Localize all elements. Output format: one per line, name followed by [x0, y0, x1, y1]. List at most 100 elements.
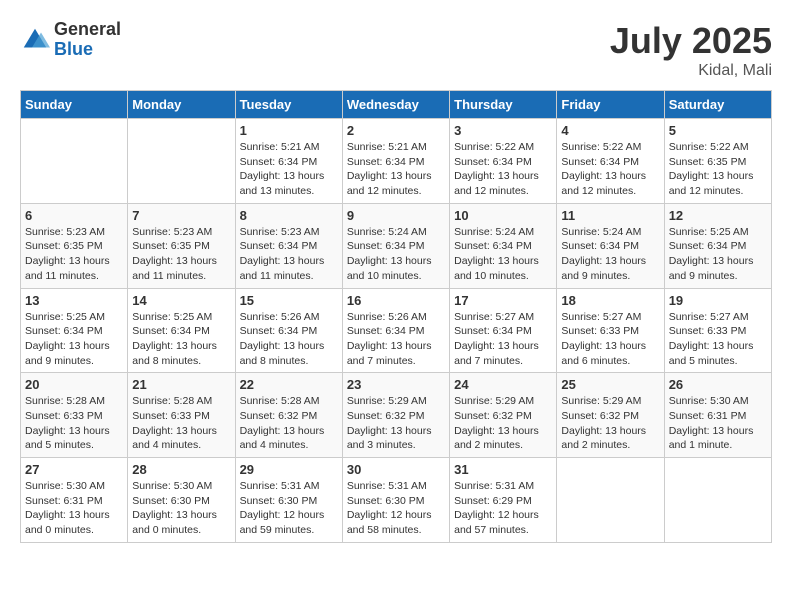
day-number: 29 — [240, 462, 338, 477]
calendar-cell: 4 Sunrise: 5:22 AM Sunset: 6:34 PM Daylig… — [557, 119, 664, 204]
day-number: 17 — [454, 293, 552, 308]
logo-general: General — [54, 20, 121, 40]
day-number: 16 — [347, 293, 445, 308]
calendar-cell: 3 Sunrise: 5:22 AM Sunset: 6:34 PM Daylig… — [450, 119, 557, 204]
calendar-cell: 24 Sunrise: 5:29 AM Sunset: 6:32 PM Dayli… — [450, 373, 557, 458]
day-info: Sunrise: 5:23 AM Sunset: 6:34 PM Dayligh… — [240, 225, 338, 284]
day-number: 13 — [25, 293, 123, 308]
calendar-cell: 10 Sunrise: 5:24 AM Sunset: 6:34 PM Dayli… — [450, 203, 557, 288]
day-info: Sunrise: 5:25 AM Sunset: 6:34 PM Dayligh… — [25, 310, 123, 369]
calendar-cell: 16 Sunrise: 5:26 AM Sunset: 6:34 PM Dayli… — [342, 288, 449, 373]
calendar-cell: 1 Sunrise: 5:21 AM Sunset: 6:34 PM Daylig… — [235, 119, 342, 204]
day-info: Sunrise: 5:28 AM Sunset: 6:33 PM Dayligh… — [25, 394, 123, 453]
day-info: Sunrise: 5:22 AM Sunset: 6:34 PM Dayligh… — [561, 140, 659, 199]
day-number: 20 — [25, 377, 123, 392]
calendar-cell: 26 Sunrise: 5:30 AM Sunset: 6:31 PM Dayli… — [664, 373, 771, 458]
day-info: Sunrise: 5:27 AM Sunset: 6:34 PM Dayligh… — [454, 310, 552, 369]
day-number: 26 — [669, 377, 767, 392]
day-number: 11 — [561, 208, 659, 223]
calendar-cell: 20 Sunrise: 5:28 AM Sunset: 6:33 PM Dayli… — [21, 373, 128, 458]
calendar-cell: 30 Sunrise: 5:31 AM Sunset: 6:30 PM Dayli… — [342, 458, 449, 543]
calendar-cell — [128, 119, 235, 204]
day-info: Sunrise: 5:25 AM Sunset: 6:34 PM Dayligh… — [669, 225, 767, 284]
day-number: 28 — [132, 462, 230, 477]
day-info: Sunrise: 5:27 AM Sunset: 6:33 PM Dayligh… — [561, 310, 659, 369]
day-number: 18 — [561, 293, 659, 308]
day-number: 5 — [669, 123, 767, 138]
day-info: Sunrise: 5:29 AM Sunset: 6:32 PM Dayligh… — [347, 394, 445, 453]
calendar-cell — [557, 458, 664, 543]
calendar-cell: 5 Sunrise: 5:22 AM Sunset: 6:35 PM Daylig… — [664, 119, 771, 204]
day-info: Sunrise: 5:31 AM Sunset: 6:29 PM Dayligh… — [454, 479, 552, 538]
day-header-saturday: Saturday — [664, 91, 771, 119]
day-info: Sunrise: 5:21 AM Sunset: 6:34 PM Dayligh… — [347, 140, 445, 199]
calendar-cell: 15 Sunrise: 5:26 AM Sunset: 6:34 PM Dayli… — [235, 288, 342, 373]
day-number: 4 — [561, 123, 659, 138]
calendar-cell: 17 Sunrise: 5:27 AM Sunset: 6:34 PM Dayli… — [450, 288, 557, 373]
day-info: Sunrise: 5:30 AM Sunset: 6:31 PM Dayligh… — [25, 479, 123, 538]
day-number: 2 — [347, 123, 445, 138]
day-info: Sunrise: 5:26 AM Sunset: 6:34 PM Dayligh… — [347, 310, 445, 369]
calendar-cell: 18 Sunrise: 5:27 AM Sunset: 6:33 PM Dayli… — [557, 288, 664, 373]
day-number: 25 — [561, 377, 659, 392]
day-info: Sunrise: 5:31 AM Sunset: 6:30 PM Dayligh… — [240, 479, 338, 538]
calendar-cell — [21, 119, 128, 204]
calendar-cell: 12Sunrise: 5:25 AM Sunset: 6:34 PM Dayli… — [664, 203, 771, 288]
calendar-cell: 28 Sunrise: 5:30 AM Sunset: 6:30 PM Dayli… — [128, 458, 235, 543]
day-number: 7 — [132, 208, 230, 223]
calendar-table: SundayMondayTuesdayWednesdayThursdayFrid… — [20, 90, 772, 543]
title-area: July 2025 Kidal, Mali — [610, 20, 772, 80]
calendar-cell: 14Sunrise: 5:25 AM Sunset: 6:34 PM Dayli… — [128, 288, 235, 373]
day-info: Sunrise: 5:23 AM Sunset: 6:35 PM Dayligh… — [25, 225, 123, 284]
day-number: 21 — [132, 377, 230, 392]
calendar-cell: 11Sunrise: 5:24 AM Sunset: 6:34 PM Dayli… — [557, 203, 664, 288]
day-info: Sunrise: 5:22 AM Sunset: 6:35 PM Dayligh… — [669, 140, 767, 199]
day-header-sunday: Sunday — [21, 91, 128, 119]
day-info: Sunrise: 5:24 AM Sunset: 6:34 PM Dayligh… — [347, 225, 445, 284]
day-number: 14 — [132, 293, 230, 308]
day-header-thursday: Thursday — [450, 91, 557, 119]
day-number: 8 — [240, 208, 338, 223]
calendar-week-row: 27Sunrise: 5:30 AM Sunset: 6:31 PM Dayli… — [21, 458, 772, 543]
calendar-cell: 9Sunrise: 5:24 AM Sunset: 6:34 PM Daylig… — [342, 203, 449, 288]
logo: General Blue — [20, 20, 121, 60]
calendar-cell: 19 Sunrise: 5:27 AM Sunset: 6:33 PM Dayli… — [664, 288, 771, 373]
day-info: Sunrise: 5:27 AM Sunset: 6:33 PM Dayligh… — [669, 310, 767, 369]
day-number: 31 — [454, 462, 552, 477]
day-info: Sunrise: 5:24 AM Sunset: 6:34 PM Dayligh… — [454, 225, 552, 284]
page-header: General Blue July 2025 Kidal, Mali — [20, 20, 772, 80]
day-info: Sunrise: 5:23 AM Sunset: 6:35 PM Dayligh… — [132, 225, 230, 284]
day-number: 6 — [25, 208, 123, 223]
calendar-week-row: 20 Sunrise: 5:28 AM Sunset: 6:33 PM Dayli… — [21, 373, 772, 458]
calendar-week-row: 6 Sunrise: 5:23 AM Sunset: 6:35 PM Daylig… — [21, 203, 772, 288]
day-number: 10 — [454, 208, 552, 223]
day-info: Sunrise: 5:29 AM Sunset: 6:32 PM Dayligh… — [561, 394, 659, 453]
day-info: Sunrise: 5:31 AM Sunset: 6:30 PM Dayligh… — [347, 479, 445, 538]
day-info: Sunrise: 5:28 AM Sunset: 6:33 PM Dayligh… — [132, 394, 230, 453]
day-number: 19 — [669, 293, 767, 308]
calendar-cell: 13 Sunrise: 5:25 AM Sunset: 6:34 PM Dayli… — [21, 288, 128, 373]
day-info: Sunrise: 5:30 AM Sunset: 6:31 PM Dayligh… — [669, 394, 767, 453]
day-number: 1 — [240, 123, 338, 138]
calendar-cell: 27Sunrise: 5:30 AM Sunset: 6:31 PM Dayli… — [21, 458, 128, 543]
calendar-cell — [664, 458, 771, 543]
day-number: 15 — [240, 293, 338, 308]
day-info: Sunrise: 5:21 AM Sunset: 6:34 PM Dayligh… — [240, 140, 338, 199]
day-info: Sunrise: 5:29 AM Sunset: 6:32 PM Dayligh… — [454, 394, 552, 453]
month-title: July 2025 — [610, 20, 772, 62]
calendar-cell: 22Sunrise: 5:28 AM Sunset: 6:32 PM Dayli… — [235, 373, 342, 458]
day-info: Sunrise: 5:30 AM Sunset: 6:30 PM Dayligh… — [132, 479, 230, 538]
day-header-monday: Monday — [128, 91, 235, 119]
day-number: 3 — [454, 123, 552, 138]
day-info: Sunrise: 5:26 AM Sunset: 6:34 PM Dayligh… — [240, 310, 338, 369]
day-header-friday: Friday — [557, 91, 664, 119]
day-number: 30 — [347, 462, 445, 477]
calendar-cell: 25 Sunrise: 5:29 AM Sunset: 6:32 PM Dayli… — [557, 373, 664, 458]
day-number: 23 — [347, 377, 445, 392]
location: Kidal, Mali — [610, 62, 772, 80]
calendar-cell: 31 Sunrise: 5:31 AM Sunset: 6:29 PM Dayli… — [450, 458, 557, 543]
calendar-cell: 6 Sunrise: 5:23 AM Sunset: 6:35 PM Daylig… — [21, 203, 128, 288]
day-number: 24 — [454, 377, 552, 392]
calendar-cell: 21 Sunrise: 5:28 AM Sunset: 6:33 PM Dayli… — [128, 373, 235, 458]
day-info: Sunrise: 5:22 AM Sunset: 6:34 PM Dayligh… — [454, 140, 552, 199]
